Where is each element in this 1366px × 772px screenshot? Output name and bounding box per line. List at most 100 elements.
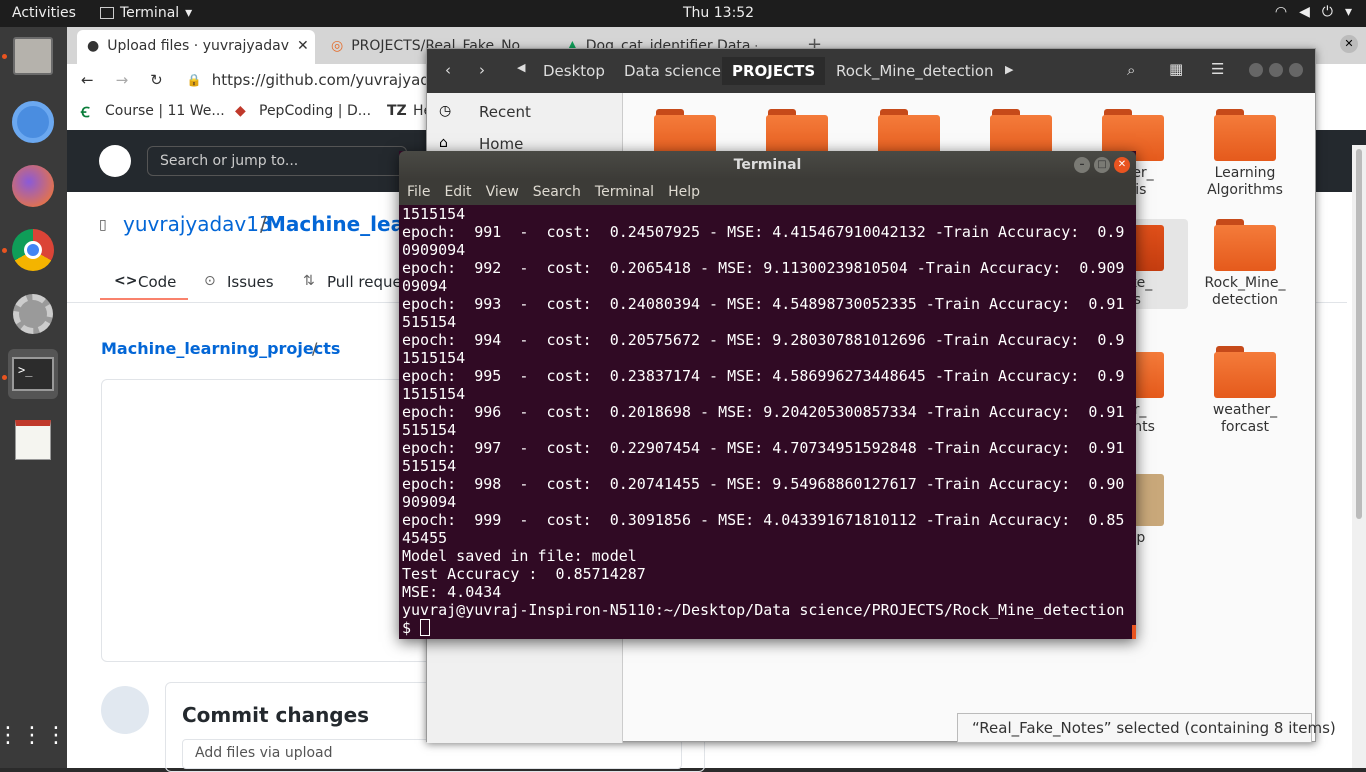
scrollbar[interactable] <box>1352 145 1366 768</box>
app-menu[interactable]: Terminal ▾ <box>100 5 192 21</box>
close-window-button[interactable]: ✕ <box>1340 35 1358 53</box>
file-manager-header: ‹ › ◀ Desktop Data science PROJECTS Rock… <box>427 49 1315 93</box>
jupyter-icon: ◎ <box>331 38 344 54</box>
text-editor-icon[interactable] <box>8 415 58 465</box>
code-icon: <> <box>114 273 138 289</box>
menu-edit[interactable]: Edit <box>444 184 471 200</box>
window-title: Terminal <box>733 157 802 173</box>
breadcrumb-item[interactable]: PROJECTS <box>722 57 826 85</box>
bookmark-item[interactable]: Course | 11 We... <box>105 103 225 119</box>
issues-icon: ⊙ <box>204 273 216 289</box>
breadcrumb-item[interactable]: Data science <box>614 57 731 85</box>
settings-icon[interactable] <box>8 289 58 339</box>
terminal-menubar: File Edit View Search Terminal Help <box>399 179 1136 205</box>
bookmark-item[interactable]: PepCoding | D... <box>259 103 371 119</box>
close-button[interactable] <box>1289 63 1303 77</box>
folder-item[interactable]: Learning Algorithms <box>1190 109 1300 199</box>
status-bar: “Real_Fake_Notes” selected (containing 8… <box>957 713 1336 743</box>
repo-owner-link[interactable]: yuvrajyadav13 <box>123 212 272 236</box>
folder-icon <box>1214 219 1276 271</box>
system-tray[interactable]: ◠ ◀ ⏻ ▾ <box>1275 4 1352 20</box>
tab-label: Code <box>138 273 177 291</box>
wifi-icon: ◠ <box>1274 4 1288 20</box>
chevron-right-icon[interactable]: ▶ <box>1005 63 1013 76</box>
back-icon[interactable]: ‹ <box>445 61 451 79</box>
breadcrumb-item[interactable]: Rock_Mine_detection <box>826 57 1004 85</box>
maximize-button[interactable]: □ <box>1094 157 1110 173</box>
close-button[interactable]: ✕ <box>1114 157 1130 173</box>
minimize-button[interactable] <box>1249 63 1263 77</box>
close-icon[interactable]: ✕ <box>297 38 309 56</box>
chromium-icon[interactable] <box>8 97 58 147</box>
search-input[interactable]: Search or jump to... <box>147 146 407 176</box>
folder-label: Rock_Mine_ detection <box>1204 275 1286 308</box>
repo-icon: ▯ <box>99 217 107 233</box>
folder-item[interactable]: weather_ forcast <box>1190 346 1300 436</box>
top-bar: Activities Terminal ▾ Thu 13:52 ◠ ◀ ⏻ ▾ <box>0 0 1366 27</box>
resize-grip[interactable] <box>1132 625 1136 639</box>
forward-arrow-icon[interactable]: → <box>116 71 129 89</box>
dock: >_ ⋮⋮⋮ <box>0 27 67 768</box>
commit-message-input[interactable]: Add files via upload <box>182 739 682 769</box>
running-indicator <box>2 375 7 380</box>
bookmark-icon: TZ <box>387 103 407 119</box>
recent-icon: ◷ <box>439 103 452 119</box>
running-indicator <box>2 54 7 59</box>
commit-title: Commit changes <box>182 703 370 727</box>
chevron-down-icon: ▾ <box>1344 4 1352 20</box>
menu-terminal[interactable]: Terminal <box>595 184 654 200</box>
home-icon: ⌂ <box>439 135 448 151</box>
menu-view[interactable]: View <box>486 184 519 200</box>
menu-icon[interactable]: ☰ <box>1211 60 1224 78</box>
power-icon: ⏻ <box>1321 4 1333 20</box>
back-arrow-icon[interactable]: ← <box>81 71 94 89</box>
folder-icon <box>1214 109 1276 161</box>
chrome-icon[interactable] <box>8 225 58 275</box>
github-logo-icon[interactable] <box>99 145 131 177</box>
files-icon[interactable] <box>8 31 58 81</box>
apps-grid-icon[interactable]: ⋮⋮⋮ <box>0 711 67 761</box>
tab-label: Upload files · yuvrajyadav <box>107 38 289 54</box>
chevron-left-icon[interactable]: ◀ <box>517 61 525 74</box>
terminal-output[interactable]: 1515154 epoch: 991 - cost: 0.24507925 - … <box>402 205 1130 639</box>
app-menu-label: Terminal <box>120 5 180 21</box>
activities-button[interactable]: Activities <box>12 5 76 21</box>
bookmark-icon: Ꞓ <box>81 105 90 121</box>
scrollbar-thumb[interactable] <box>1356 149 1362 519</box>
reload-icon[interactable]: ↻ <box>150 71 163 89</box>
terminal-icon[interactable]: >_ <box>8 349 58 399</box>
lock-icon: 🔒 <box>186 73 202 87</box>
bookmark-icon: ◆ <box>235 103 246 119</box>
terminal-cursor <box>420 619 431 636</box>
pull-request-icon: ⇅ <box>303 273 315 289</box>
breadcrumb-item[interactable]: Desktop <box>533 57 615 85</box>
avatar <box>101 686 149 734</box>
menu-help[interactable]: Help <box>668 184 700 200</box>
forward-icon[interactable]: › <box>479 61 485 79</box>
chevron-down-icon: ▾ <box>185 5 193 21</box>
firefox-icon[interactable] <box>8 161 58 211</box>
maximize-button[interactable] <box>1269 63 1283 77</box>
sidebar-item-recent[interactable]: Recent <box>479 103 531 121</box>
menu-file[interactable]: File <box>407 184 430 200</box>
tab-code[interactable]: <> Code <box>100 267 188 300</box>
search-icon[interactable]: ⌕ <box>1127 61 1135 79</box>
terminal-window: Terminal – □ ✕ File Edit View Search Ter… <box>399 151 1136 639</box>
running-indicator <box>2 248 7 253</box>
terminal-app-icon <box>100 7 114 19</box>
breadcrumb-separator: / <box>312 339 318 358</box>
folder-item[interactable]: Rock_Mine_ detection <box>1190 219 1300 309</box>
terminal-text: 1515154 epoch: 991 - cost: 0.24507925 - … <box>402 205 1125 619</box>
menu-search[interactable]: Search <box>533 184 581 200</box>
volume-icon: ◀ <box>1299 4 1310 20</box>
folder-label: Learning Algorithms <box>1207 165 1283 198</box>
breadcrumb[interactable]: Machine_learning_projects <box>101 339 340 358</box>
view-options-icon[interactable]: ▦ <box>1169 60 1183 78</box>
terminal-titlebar: Terminal – □ ✕ <box>399 151 1136 179</box>
minimize-button[interactable]: – <box>1074 157 1090 173</box>
github-icon: ● <box>87 38 100 54</box>
folder-icon <box>1214 346 1276 398</box>
tab-issues[interactable]: Issues <box>227 273 274 291</box>
clock[interactable]: Thu 13:52 <box>683 5 754 21</box>
browser-tab[interactable]: ● Upload files · yuvrajyadav ✕ <box>77 30 315 64</box>
